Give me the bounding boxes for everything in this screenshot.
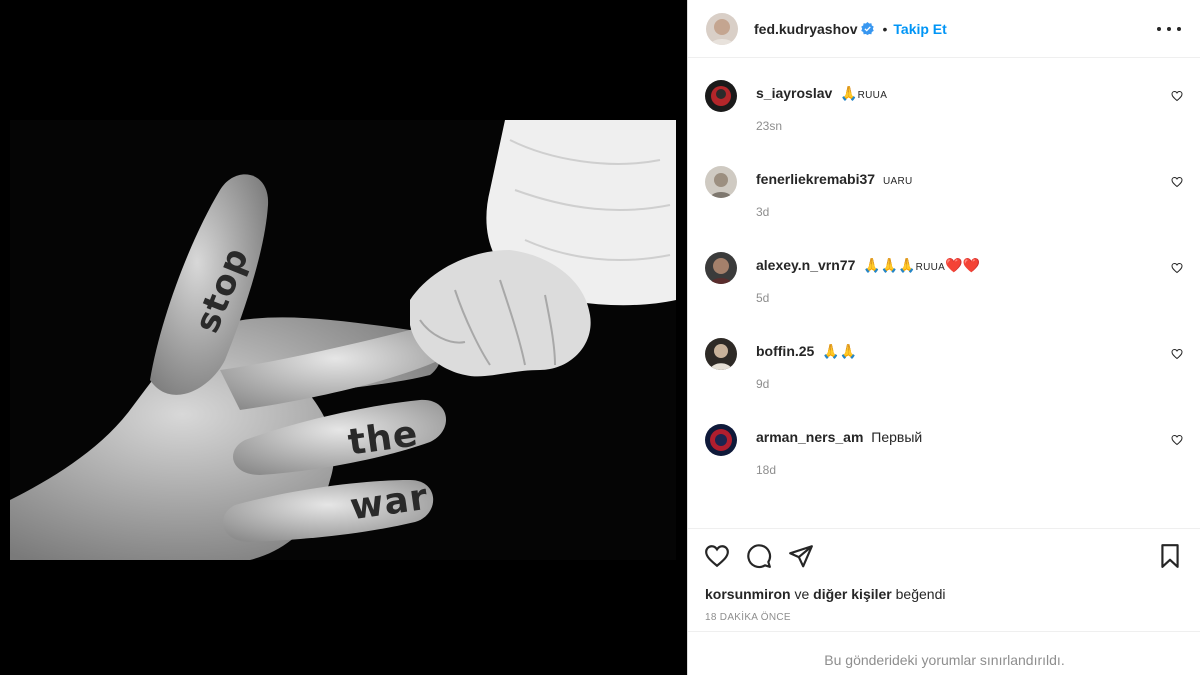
comment-time[interactable]: 9d [756,377,1161,391]
hands-illustration [10,120,676,560]
author-username[interactable]: fed.kudryashov [754,21,857,37]
share-paper-plane-icon[interactable] [788,543,814,569]
comment-suffix: RUUA [857,90,888,101]
likes-conjunction: ve [794,586,810,602]
comment-bubble-icon[interactable] [746,543,772,569]
comment-avatar[interactable] [705,80,737,112]
verified-badge-icon [861,22,875,35]
post-header: fed.kudryashov • Takip Et [688,0,1200,58]
comment-avatar[interactable] [705,166,737,198]
comment-avatar[interactable] [705,252,737,284]
bookmark-icon[interactable] [1157,543,1183,569]
comment-avatar[interactable] [705,424,737,456]
comment-suffix: RUUA [915,262,946,273]
comment-item: alexey.n_vrn77 🙏🙏🙏RUUA❤️❤️ 5d [688,230,1200,316]
comment-like-heart-icon[interactable] [1171,434,1183,446]
comment-username[interactable]: arman_ners_am [756,429,863,445]
comment-username[interactable]: alexey.n_vrn77 [756,257,855,273]
post-time-ago[interactable]: 18 DAKİKA ÖNCE [705,612,791,623]
comment-text: 🙏🙏 [822,343,858,359]
like-heart-icon[interactable] [704,543,730,569]
liked-by-others[interactable]: diğer kişiler [813,586,892,602]
comment-username[interactable]: fenerliekremabi37 [756,171,875,187]
comment-like-heart-icon[interactable] [1171,176,1183,188]
post-image: stop the war [10,120,676,560]
comment-text: 🙏 [840,85,858,101]
more-options-icon[interactable] [1157,18,1181,40]
comment-suffix: UARU [882,176,913,187]
comment-item: fenerliekremabi37 UARU 3d [688,144,1200,230]
comment-avatar[interactable] [705,338,737,370]
comment-like-heart-icon[interactable] [1171,262,1183,274]
comment-time[interactable]: 23sn [756,119,1161,133]
comment-time[interactable]: 18d [756,463,1161,477]
comments-limited-notice: Bu gönderideki yorumlar sınırlandırıldı. [688,631,1200,675]
comment-like-heart-icon[interactable] [1171,90,1183,102]
follow-button[interactable]: Takip Et [893,21,946,37]
comment-text-hearts: ❤️❤️ [945,257,980,273]
comment-item: arman_ners_am Первый 18d [688,402,1200,488]
comment-text: Первый [871,429,923,445]
author-avatar[interactable] [706,12,738,45]
liked-by-user[interactable]: korsunmiron [705,586,791,602]
comment-item: s_iayroslav 🙏RUUA 23sn [688,58,1200,144]
comment-text: 🙏🙏🙏 [863,257,916,273]
comment-item: boffin.25 🙏🙏 9d [688,316,1200,402]
comment-time[interactable]: 5d [756,291,1161,305]
comment-username[interactable]: boffin.25 [756,343,814,359]
likes-summary: korsunmiron ve diğer kişiler beğendi [705,586,945,602]
post-actions: korsunmiron ve diğer kişiler beğendi 18 … [688,528,1200,675]
comments-list[interactable]: s_iayroslav 🙏RUUA 23sn fenerliekremabi37… [688,58,1200,528]
likes-verb: beğendi [895,586,946,602]
action-icons [704,543,814,569]
comment-like-heart-icon[interactable] [1171,348,1183,360]
comment-time[interactable]: 3d [756,205,1161,219]
post-panel: fed.kudryashov • Takip Et s_iayroslav 🙏R… [687,0,1200,675]
header-separator: • [882,20,888,37]
post-media[interactable]: stop the war [0,0,687,675]
comment-username[interactable]: s_iayroslav [756,85,832,101]
